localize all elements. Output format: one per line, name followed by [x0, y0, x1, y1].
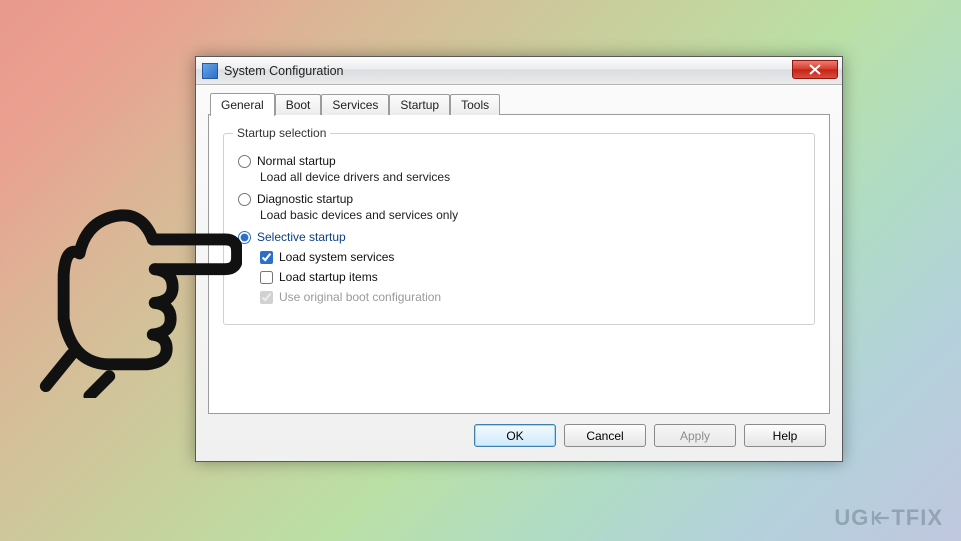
- tab-panel-general: Startup selection Normal startup Load al…: [208, 114, 830, 414]
- desc-normal: Load all device drivers and services: [260, 170, 800, 184]
- titlebar[interactable]: System Configuration: [196, 57, 842, 85]
- option-diagnostic: Diagnostic startup Load basic devices an…: [238, 192, 800, 222]
- check-load-system[interactable]: [260, 251, 273, 264]
- app-icon: [202, 63, 218, 79]
- check-load-system-text: Load system services: [279, 250, 394, 264]
- radio-diagnostic-label[interactable]: Diagnostic startup: [238, 192, 800, 206]
- startup-selection-group: Startup selection Normal startup Load al…: [223, 133, 815, 325]
- radio-diagnostic[interactable]: [238, 193, 251, 206]
- sub-orig-boot: Use original boot configuration: [260, 290, 800, 304]
- option-normal: Normal startup Load all device drivers a…: [238, 154, 800, 184]
- tab-services[interactable]: Services: [321, 94, 389, 115]
- check-orig-boot: [260, 291, 273, 304]
- group-legend: Startup selection: [233, 126, 330, 140]
- system-configuration-window: System Configuration General Boot Servic…: [195, 56, 843, 462]
- radio-normal-label[interactable]: Normal startup: [238, 154, 800, 168]
- dialog-button-row: OK Cancel Apply Help: [208, 414, 830, 453]
- sub-load-startup: Load startup items: [260, 270, 800, 284]
- cancel-button[interactable]: Cancel: [564, 424, 646, 447]
- ok-button[interactable]: OK: [474, 424, 556, 447]
- check-orig-boot-text: Use original boot configuration: [279, 290, 441, 304]
- watermark-right: TFIX: [891, 505, 943, 531]
- apply-button[interactable]: Apply: [654, 424, 736, 447]
- desc-diagnostic: Load basic devices and services only: [260, 208, 800, 222]
- window-title: System Configuration: [224, 64, 786, 78]
- tab-tools[interactable]: Tools: [450, 94, 500, 115]
- radio-selective-label[interactable]: Selective startup: [238, 230, 800, 244]
- radio-selective-text: Selective startup: [257, 230, 346, 244]
- check-load-startup-label[interactable]: Load startup items: [260, 270, 800, 284]
- radio-diagnostic-text: Diagnostic startup: [257, 192, 353, 206]
- check-orig-boot-label: Use original boot configuration: [260, 290, 800, 304]
- sub-load-system: Load system services: [260, 250, 800, 264]
- close-icon: [809, 64, 821, 75]
- help-button[interactable]: Help: [744, 424, 826, 447]
- tabstrip: General Boot Services Startup Tools: [208, 93, 830, 115]
- check-load-system-label[interactable]: Load system services: [260, 250, 800, 264]
- close-button[interactable]: [792, 60, 838, 79]
- radio-normal[interactable]: [238, 155, 251, 168]
- client-area: General Boot Services Startup Tools Star…: [196, 85, 842, 461]
- check-load-startup[interactable]: [260, 271, 273, 284]
- arrow-icon: [871, 506, 889, 532]
- watermark-left: UG: [834, 505, 869, 531]
- tab-boot[interactable]: Boot: [275, 94, 322, 115]
- radio-normal-text: Normal startup: [257, 154, 336, 168]
- option-selective: Selective startup Load system services L…: [238, 230, 800, 304]
- tab-startup[interactable]: Startup: [389, 94, 450, 115]
- watermark: UG TFIX: [834, 505, 943, 531]
- check-load-startup-text: Load startup items: [279, 270, 378, 284]
- radio-selective[interactable]: [238, 231, 251, 244]
- tab-general[interactable]: General: [210, 93, 275, 116]
